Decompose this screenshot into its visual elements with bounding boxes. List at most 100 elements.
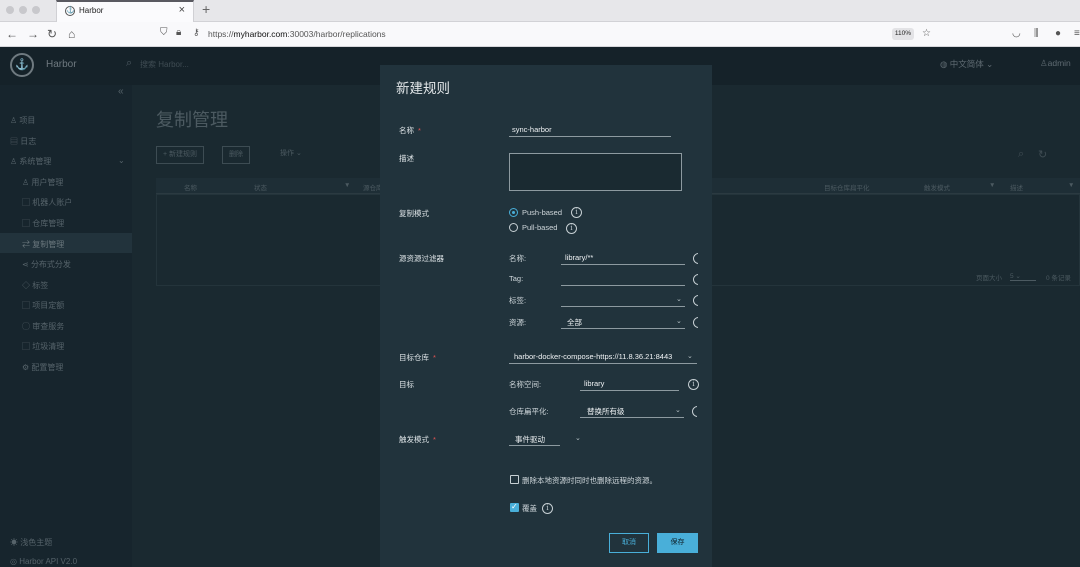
sidebar-item-scanners[interactable]: ◯ 审查服务 <box>22 321 64 332</box>
window-zoom-dot[interactable] <box>32 6 40 14</box>
flatten-label: 仓库扁平化: <box>509 407 549 416</box>
column-header[interactable]: 状态 <box>254 182 267 192</box>
override-info-icon[interactable]: i <box>542 503 553 514</box>
global-search-input[interactable]: 搜索 Harbor... <box>140 59 189 70</box>
extension-icon[interactable]: ● <box>1055 28 1061 39</box>
flatten-select[interactable]: 替换所有级 <box>587 406 625 417</box>
window-close-dot[interactable] <box>6 6 14 14</box>
sidebar-item-distribution[interactable]: ⋖ 分布式分发 <box>22 259 71 270</box>
language-selector[interactable]: ◍ 中文简体 ⌄ <box>940 58 993 70</box>
page-size-select[interactable]: 5 ⌄ <box>1010 272 1036 281</box>
tab-close-icon[interactable]: × <box>179 4 185 16</box>
filter-resource-underline <box>561 328 685 329</box>
namespace-label: 名称空间: <box>509 380 542 389</box>
actions-button[interactable]: 操作 ⌄ <box>274 146 308 164</box>
menu-icon[interactable]: ≡ <box>1074 28 1080 39</box>
zoom-level[interactable]: 110% <box>892 28 914 40</box>
target-label: 目标 <box>399 380 414 389</box>
description-textarea[interactable] <box>509 153 682 191</box>
namespace-input[interactable]: library <box>584 379 604 388</box>
registry-chevron-down-icon[interactable]: ⌄ <box>687 352 693 360</box>
pull-info-icon[interactable]: i <box>566 223 577 234</box>
push-info-icon[interactable]: i <box>571 207 582 218</box>
reload-icon[interactable]: ↻ <box>47 27 57 41</box>
bookmark-star-icon[interactable]: ☆ <box>922 28 931 39</box>
browser-tab-bar: ⚓ Harbor × + <box>0 0 1080 22</box>
brand-name: Harbor <box>46 59 77 70</box>
sidebar-item-admin[interactable]: ♙ 系统管理 <box>10 156 51 167</box>
delete-remote-label: 删除本地资源时同时也删除远程的资源。 <box>522 476 657 485</box>
total-count: 0 条记录 <box>1046 275 1071 282</box>
namespace-underline <box>580 390 679 391</box>
sidebar-item-projects[interactable]: ♙ 项目 <box>10 115 35 126</box>
sidebar-item-replications[interactable]: ⇄ 复制管理 <box>22 239 64 250</box>
refresh-icon[interactable]: ↻ <box>1038 148 1047 161</box>
column-header[interactable]: 触发模式 <box>924 182 950 192</box>
sidebar-collapse-icon[interactable]: « <box>118 86 124 97</box>
forward-icon[interactable]: → <box>27 27 39 41</box>
filter-labels-select[interactable] <box>561 306 685 307</box>
sidebar-admin-chevron-icon[interactable]: ⌄ <box>118 156 125 165</box>
name-input-underline <box>509 136 671 137</box>
push-based-label: Push-based <box>522 208 563 217</box>
pocket-icon[interactable]: ◡ <box>1012 28 1021 39</box>
column-header[interactable]: 描述 <box>1010 182 1023 192</box>
sidebar-item-logs[interactable]: ▤ 日志 <box>10 136 36 147</box>
column-header[interactable]: 名称 <box>184 182 197 192</box>
trigger-mode-label: 触发模式 * <box>399 435 436 444</box>
trigger-mode-select[interactable]: 事件驱动 <box>515 434 545 445</box>
pull-based-label: Pull-based <box>522 223 558 232</box>
new-rule-button[interactable]: + 新建规则 <box>156 146 205 164</box>
library-icon[interactable]: ⫼ <box>1034 28 1039 39</box>
sidebar-item-users[interactable]: ♙ 用户管理 <box>22 177 63 188</box>
resource-chevron-down-icon[interactable]: ⌄ <box>676 317 682 325</box>
user-menu[interactable]: ♙admin <box>1040 58 1071 69</box>
delete-remote-checkbox[interactable] <box>510 475 519 484</box>
key-icon[interactable]: ⚷ <box>193 27 200 38</box>
override-checkbox[interactable] <box>510 502 519 512</box>
column-filter-icon[interactable]: ▼ <box>1068 182 1074 189</box>
url-field[interactable]: https://myharbor.com:30003/harbor/replic… <box>208 29 386 39</box>
name-input[interactable]: sync-harbor <box>512 125 552 134</box>
filter-resource-label: 资源: <box>509 318 527 327</box>
trigger-chevron-down-icon[interactable]: ⌄ <box>575 434 581 442</box>
modal-title: 新建规则 <box>396 81 450 96</box>
filter-tag-label: Tag: <box>509 274 524 283</box>
new-tab-icon[interactable]: + <box>202 1 210 17</box>
pull-based-radio[interactable] <box>509 223 518 232</box>
filter-search-icon[interactable]: ⌕ <box>1018 148 1024 161</box>
tab-title: Harbor <box>79 6 104 15</box>
save-button[interactable]: 保存 <box>657 533 698 553</box>
sidebar-item-labels[interactable]: ◇ 标签 <box>22 280 48 291</box>
push-based-radio[interactable] <box>509 208 518 217</box>
target-registry-select[interactable]: harbor-docker-compose-https://11.8.36.21… <box>514 352 672 361</box>
name-label: 名称 * <box>399 126 421 135</box>
harbor-favicon-icon: ⚓ <box>65 6 75 16</box>
back-icon[interactable]: ← <box>6 27 18 41</box>
target-registry-underline <box>509 363 697 364</box>
browser-tab[interactable]: ⚓ Harbor × <box>56 0 194 22</box>
filter-resource-select[interactable]: 全部 <box>567 317 582 328</box>
filter-name-label: 名称: <box>509 254 527 263</box>
sidebar-item-robots[interactable]: ▢ 机器人账户 <box>22 197 72 208</box>
filter-name-input[interactable]: library/** <box>565 253 593 262</box>
labels-chevron-down-icon[interactable]: ⌄ <box>676 295 682 303</box>
flatten-chevron-down-icon[interactable]: ⌄ <box>675 406 681 414</box>
column-filter-icon[interactable]: ▼ <box>344 182 350 189</box>
cancel-button[interactable]: 取消 <box>609 533 649 553</box>
sidebar-item-quotas[interactable]: ▢ 项目定额 <box>22 300 64 311</box>
namespace-info-icon[interactable]: i <box>688 379 699 390</box>
sidebar-item-registries[interactable]: ▢ 仓库管理 <box>22 218 64 229</box>
lock-icon[interactable]: 🔒︎ <box>176 27 181 38</box>
theme-toggle[interactable]: ☀ 浅色主题 <box>10 537 52 548</box>
shield-icon[interactable]: ⛉ <box>160 27 168 38</box>
column-header[interactable]: 目标仓库扁平化 <box>824 182 870 192</box>
filter-tag-input[interactable] <box>561 285 685 286</box>
column-filter-icon[interactable]: ▼ <box>989 182 995 189</box>
home-icon[interactable]: ⌂ <box>68 27 75 41</box>
delete-button[interactable]: 删除 <box>222 146 250 164</box>
api-explorer-link[interactable]: ◎ Harbor API V2.0 <box>10 557 77 566</box>
window-minimize-dot[interactable] <box>19 6 27 14</box>
sidebar-item-config[interactable]: ⚙ 配置管理 <box>22 362 63 373</box>
sidebar-item-gc[interactable]: ▢ 垃圾清理 <box>22 341 64 352</box>
